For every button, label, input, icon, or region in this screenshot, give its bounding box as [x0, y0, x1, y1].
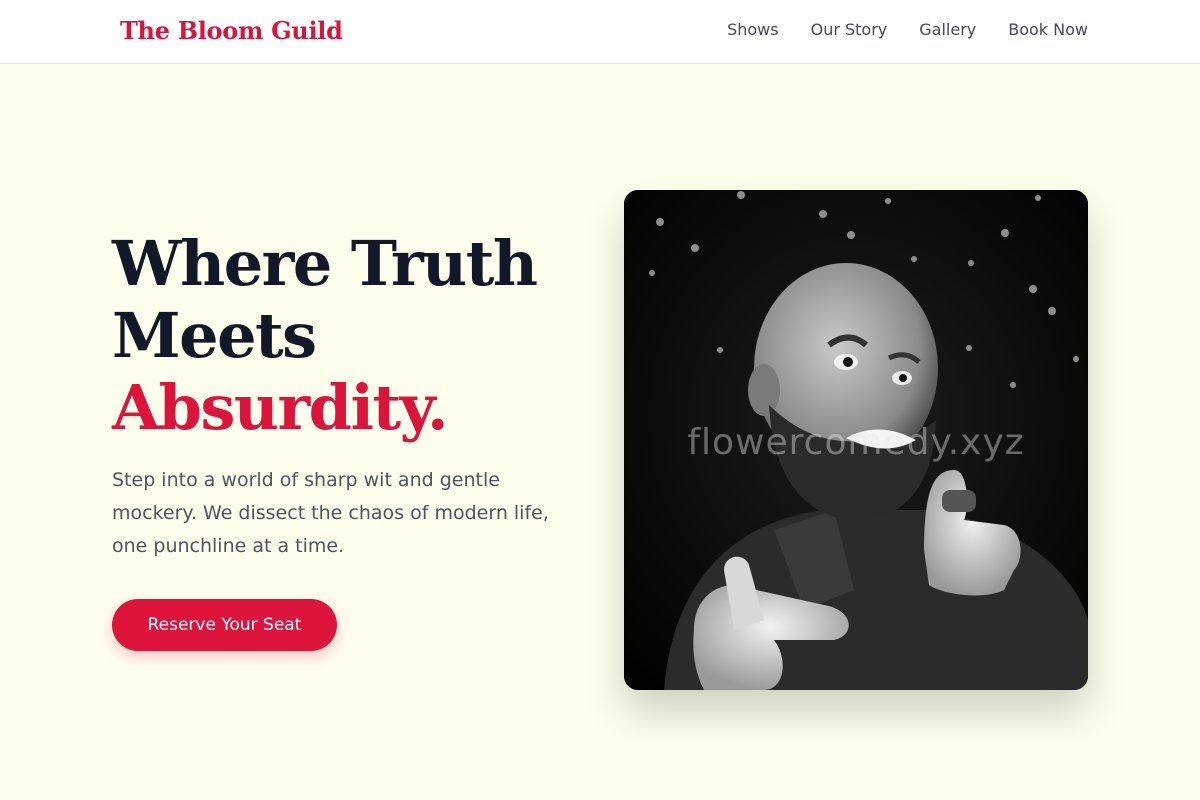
- hero-title-accent: Absurdity.: [112, 371, 449, 444]
- nav-link-our-story[interactable]: Our Story: [811, 20, 888, 39]
- reserve-seat-button[interactable]: Reserve Your Seat: [112, 599, 337, 651]
- hero-title: Where Truth Meets Absurdity.: [112, 228, 582, 444]
- nav-link-shows[interactable]: Shows: [727, 20, 779, 39]
- hero-photo: flowercomedy.xyz: [624, 190, 1088, 690]
- nav-link-gallery[interactable]: Gallery: [919, 20, 976, 39]
- image-watermark: flowercomedy.xyz: [687, 422, 1025, 463]
- navbar: The Bloom Guild Shows Our Story Gallery …: [0, 0, 1200, 64]
- brand-logo[interactable]: The Bloom Guild: [120, 16, 343, 45]
- nav-link-book-now[interactable]: Book Now: [1008, 20, 1088, 39]
- nav-menu: Shows Our Story Gallery Book Now: [727, 20, 1088, 39]
- hero-subtitle: Step into a world of sharp wit and gentl…: [112, 469, 549, 557]
- hero-title-line-2: Meets: [112, 299, 317, 372]
- hero-text: Where Truth Meets Absurdity. Step into a…: [112, 228, 582, 563]
- hero-title-line-1: Where Truth: [112, 227, 538, 300]
